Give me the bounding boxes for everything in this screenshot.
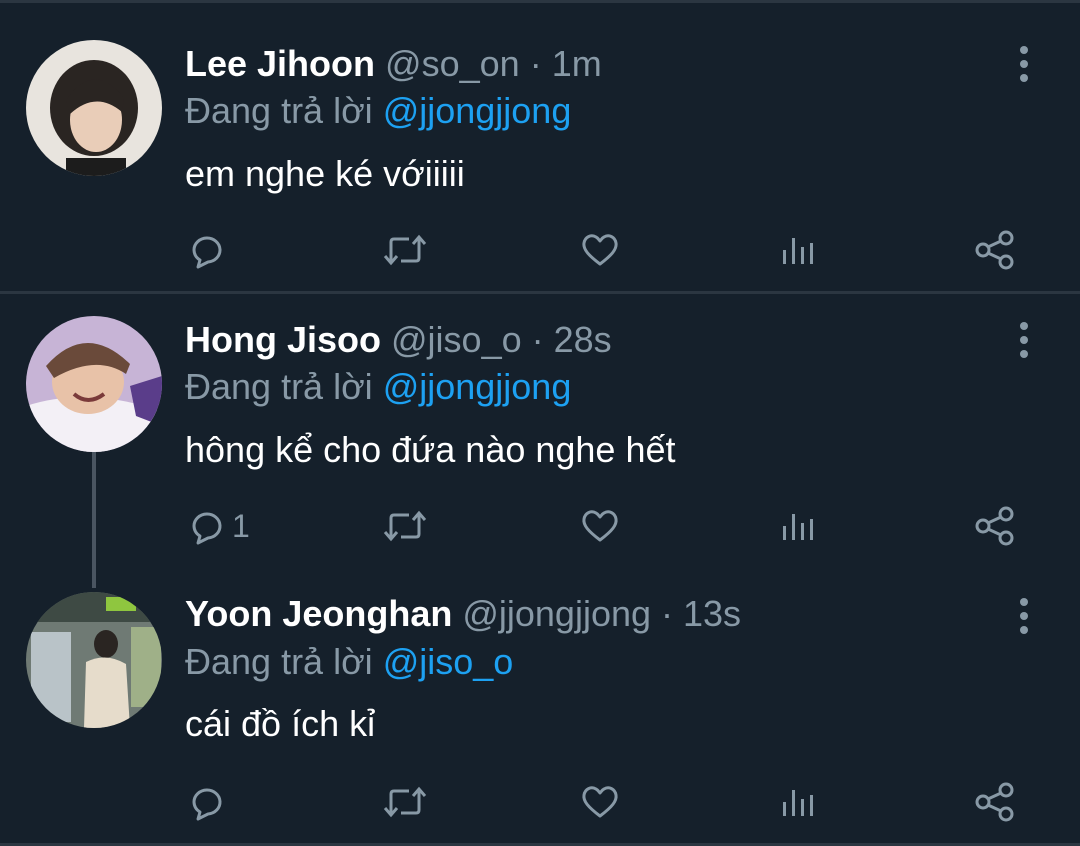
- more-icon[interactable]: [1016, 598, 1032, 634]
- like-button[interactable]: [580, 502, 620, 550]
- action-bar: 1: [0, 502, 1080, 550]
- share-icon: [975, 506, 1014, 546]
- reply-icon: [192, 788, 222, 821]
- timestamp[interactable]: 28s: [554, 319, 612, 360]
- mention-link[interactable]: @jiso_o: [383, 641, 514, 682]
- tweet-text: em nghe ké vớiiiii: [185, 153, 465, 194]
- replying-to-label: Đang trả lời: [185, 641, 383, 682]
- retweet-icon: [383, 510, 427, 542]
- timestamp[interactable]: 13s: [683, 593, 741, 634]
- analytics-button[interactable]: [778, 502, 818, 550]
- like-icon: [582, 234, 618, 266]
- avatar[interactable]: [26, 40, 162, 176]
- tweet-header: Lee Jihoon @so_on · 1m: [185, 42, 602, 86]
- share-icon: [975, 782, 1014, 822]
- analytics-button[interactable]: [778, 778, 818, 826]
- analytics-icon: [783, 514, 813, 540]
- reply-button[interactable]: [186, 778, 232, 826]
- more-icon[interactable]: [1016, 322, 1032, 358]
- reply-button[interactable]: [186, 226, 232, 274]
- reply-icon: [192, 236, 222, 269]
- replying-to: Đang trả lời @jjongjjong: [185, 89, 571, 133]
- avatar[interactable]: [26, 592, 162, 728]
- analytics-button[interactable]: [778, 226, 818, 274]
- retweet-button[interactable]: [382, 226, 428, 274]
- separator: ·: [521, 319, 554, 360]
- reply-button[interactable]: 1: [186, 502, 250, 550]
- avatar-image: [26, 40, 162, 176]
- like-icon: [582, 510, 618, 542]
- top-divider: [0, 0, 1080, 3]
- author-name[interactable]: Lee Jihoon: [185, 43, 375, 84]
- reply-icon: [192, 512, 222, 545]
- tweet-text: cái đồ ích kỉ: [185, 703, 376, 744]
- author-handle[interactable]: @jjongjjong: [462, 593, 651, 634]
- tweet-text: hông kể cho đứa nào nghe hết: [185, 429, 676, 470]
- action-bar: [0, 226, 1080, 274]
- share-button[interactable]: [974, 778, 1016, 826]
- avatar-image: [26, 592, 162, 728]
- avatar[interactable]: [26, 316, 162, 452]
- tweet-divider: [0, 291, 1080, 294]
- reply-count: 1: [232, 507, 250, 544]
- like-icon: [582, 786, 618, 818]
- retweet-button[interactable]: [382, 502, 428, 550]
- separator: ·: [651, 593, 684, 634]
- tweet-header: Hong Jisoo @jiso_o · 28s: [185, 318, 612, 362]
- share-button[interactable]: [974, 226, 1016, 274]
- author-name[interactable]: Yoon Jeonghan: [185, 593, 452, 634]
- analytics-icon: [783, 238, 813, 264]
- separator: ·: [519, 43, 552, 84]
- share-icon: [975, 230, 1014, 270]
- like-button[interactable]: [580, 226, 620, 274]
- avatar-image: [26, 316, 162, 452]
- author-handle[interactable]: @so_on: [385, 43, 520, 84]
- author-handle[interactable]: @jiso_o: [391, 319, 522, 360]
- author-name[interactable]: Hong Jisoo: [185, 319, 381, 360]
- more-icon[interactable]: [1016, 46, 1032, 82]
- retweet-button[interactable]: [382, 778, 428, 826]
- like-button[interactable]: [580, 778, 620, 826]
- replying-to: Đang trả lời @jiso_o: [185, 640, 513, 684]
- share-button[interactable]: [974, 502, 1016, 550]
- retweet-icon: [383, 234, 427, 266]
- retweet-icon: [383, 786, 427, 818]
- replying-to-label: Đang trả lời: [185, 90, 383, 131]
- mention-link[interactable]: @jjongjjong: [383, 366, 572, 407]
- mention-link[interactable]: @jjongjjong: [383, 90, 572, 131]
- action-bar: [0, 778, 1080, 826]
- replying-to-label: Đang trả lời: [185, 366, 383, 407]
- timestamp[interactable]: 1m: [552, 43, 602, 84]
- tweet-header: Yoon Jeonghan @jjongjjong · 13s: [185, 592, 741, 636]
- analytics-icon: [783, 790, 813, 816]
- replying-to: Đang trả lời @jjongjjong: [185, 365, 571, 409]
